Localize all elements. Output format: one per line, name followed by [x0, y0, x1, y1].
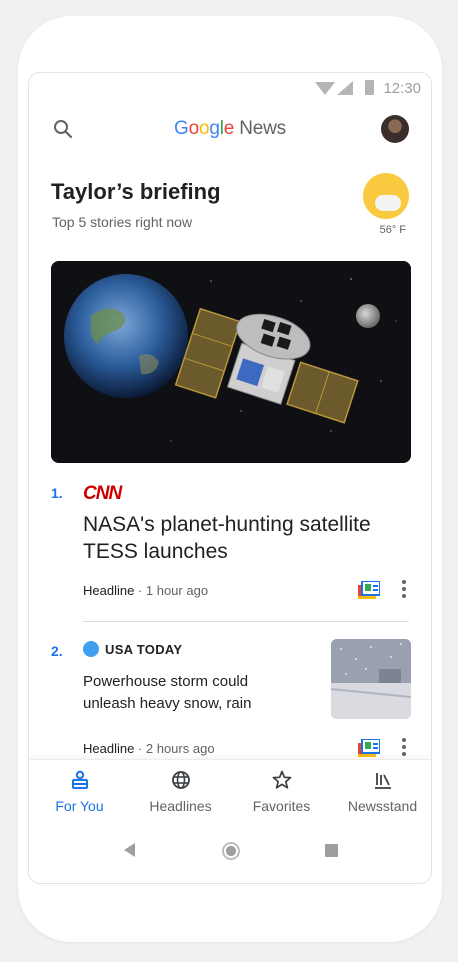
avatar[interactable]: [381, 115, 409, 143]
tab-newsstand[interactable]: Newsstand: [332, 760, 431, 820]
tab-for-you[interactable]: For You: [29, 760, 130, 820]
app-screen: 12:30 Google News Taylor’s briefing Top …: [28, 72, 432, 884]
tab-label: Favorites: [252, 798, 311, 814]
tab-label: For You: [55, 798, 104, 814]
story-time: · 2 hours ago: [134, 741, 215, 756]
logo-letter: G: [174, 118, 189, 139]
star-icon: [272, 770, 291, 789]
story-title[interactable]: NASA's planet-hunting satellite TESS lau…: [83, 511, 418, 565]
back-icon[interactable]: [124, 843, 135, 857]
recents-icon[interactable]: [325, 844, 338, 857]
full-coverage-icon[interactable]: [358, 739, 380, 757]
hero-image-satellite[interactable]: [51, 261, 411, 463]
status-bar: 12:30: [29, 73, 431, 103]
weather-temperature: 56° F: [379, 224, 406, 236]
weather-cloud-icon: [375, 195, 401, 211]
source-logo-cnn: CNN: [83, 483, 122, 504]
bottom-navigation: For You Headlines Favorites Newsstand: [29, 759, 431, 819]
satellite-illustration: [51, 261, 411, 463]
logo-letter: g: [209, 118, 220, 139]
story-time: · 1 hour ago: [134, 583, 209, 598]
briefing-subtitle: Top 5 stories right now: [52, 214, 193, 230]
cellular-signal-icon: [337, 81, 353, 95]
person-icon: [71, 770, 88, 789]
source-name: USA TODAY: [105, 642, 183, 657]
system-navigation-bar: [29, 819, 431, 883]
story-meta: Headline · 2 hours ago: [83, 741, 215, 756]
story-card-1[interactable]: 1. CNN NASA's planet-hunting satellite T…: [29, 473, 431, 621]
story-divider: [83, 621, 409, 622]
story-label: Headline: [83, 583, 135, 598]
story-rank: 2.: [51, 643, 63, 659]
story-title[interactable]: Powerhouse storm could unleash heavy sno…: [83, 671, 293, 715]
home-icon[interactable]: [222, 842, 240, 860]
briefing-title: Taylor’s briefing: [51, 179, 221, 204]
tab-favorites[interactable]: Favorites: [231, 760, 332, 820]
google-news-logo: Google News: [29, 118, 431, 140]
globe-icon: [171, 771, 190, 789]
status-time: 12:30: [383, 80, 421, 97]
logo-letter: o: [188, 118, 200, 139]
tab-label: Newsstand: [347, 798, 418, 814]
story-card-2[interactable]: 2. USA TODAY Powerhouse storm could unle…: [29, 623, 431, 763]
tab-headlines[interactable]: Headlines: [130, 760, 231, 820]
newsstand-icon: [374, 773, 391, 789]
tab-label: Headlines: [149, 798, 212, 814]
battery-icon: [365, 80, 374, 95]
usa-today-logo-icon: [83, 641, 99, 657]
logo-letter: e: [223, 118, 235, 139]
full-coverage-icon[interactable]: [358, 581, 380, 599]
story-meta: Headline · 1 hour ago: [83, 583, 208, 598]
more-options-icon[interactable]: [402, 738, 406, 756]
story-label: Headline: [83, 741, 135, 756]
story-rank: 1.: [51, 485, 63, 501]
more-options-icon[interactable]: [402, 580, 406, 598]
logo-letter: o: [199, 118, 210, 139]
logo-news-word: News: [239, 118, 286, 139]
story-thumbnail-storm[interactable]: [331, 639, 411, 719]
storm-photo: [331, 639, 411, 719]
wifi-icon: [315, 82, 335, 95]
app-bar: Google News: [29, 103, 431, 155]
